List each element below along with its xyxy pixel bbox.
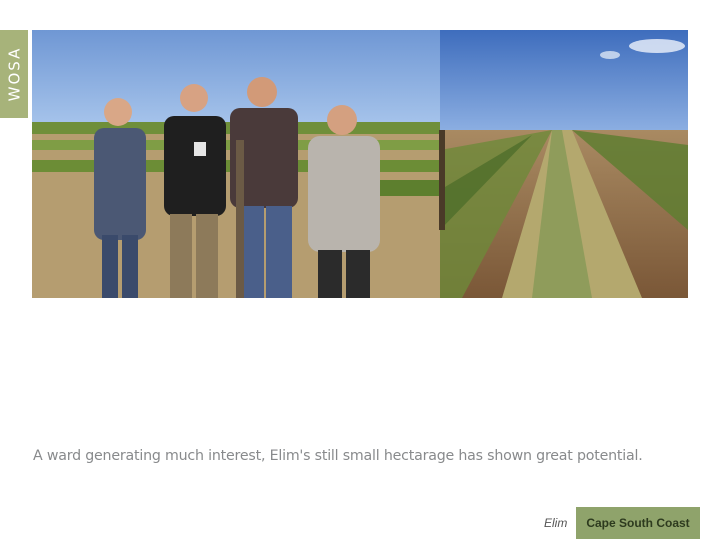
photo-caption: A ward generating much interest, Elim's …: [33, 448, 643, 464]
region-badge: Cape South Coast: [576, 507, 700, 539]
vineyard-photo: [32, 30, 688, 298]
person-3: [230, 77, 298, 298]
brand-label: WOSA: [5, 46, 24, 102]
brand-tab: WOSA: [0, 30, 28, 118]
ward-label: Elim: [544, 516, 568, 530]
vineyard-photo-illustration: [32, 30, 688, 298]
